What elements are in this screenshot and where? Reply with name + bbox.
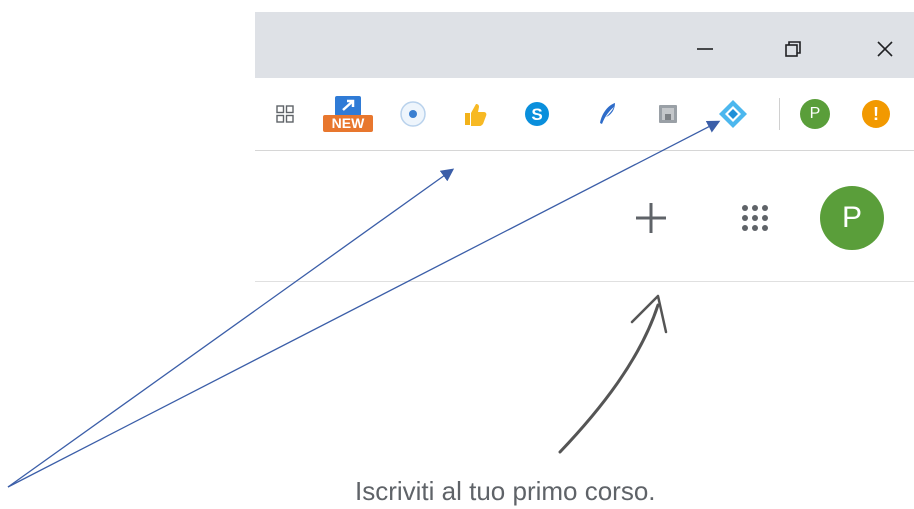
annotation-arrow-extension [7, 120, 721, 488]
annotation-arrows [7, 120, 721, 488]
annotation-arrow-toolbar [7, 168, 455, 488]
